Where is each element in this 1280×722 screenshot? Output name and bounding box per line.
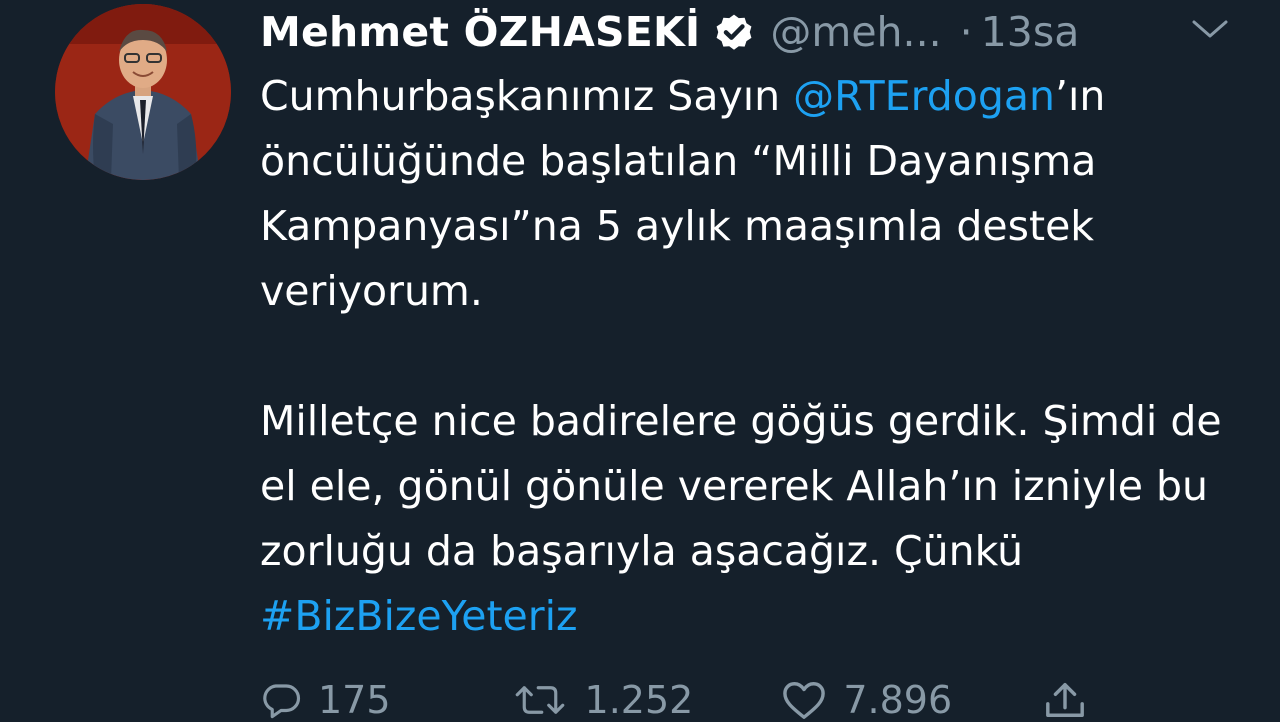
retweet-icon: [515, 686, 564, 714]
tweet-paragraph-2: Milletçe nice badirelere göğüs gerdik. Ş…: [260, 389, 1260, 649]
share-icon: [1046, 683, 1085, 717]
verified-badge-icon: [716, 14, 752, 50]
tweet-text: Cumhurbaşkanımız Sayın @RTErdogan’ın önc…: [260, 64, 1260, 649]
avatar[interactable]: [55, 4, 231, 180]
like-count: 7.896: [843, 678, 953, 722]
tweet-actions: 175 1.252 7.896: [260, 678, 1088, 722]
chevron-down-icon[interactable]: [1190, 12, 1230, 46]
reply-button[interactable]: 175: [260, 678, 391, 722]
reply-icon: [263, 684, 301, 719]
tweet-header: Mehmet ÖZHASEKİ @meh... · 13sa: [260, 2, 1079, 62]
like-button[interactable]: 7.896: [781, 678, 952, 722]
retweet-button[interactable]: 1.252: [511, 678, 694, 722]
share-button[interactable]: [1042, 679, 1088, 721]
tweet-timestamp[interactable]: 13sa: [981, 2, 1080, 62]
mention-link[interactable]: @RTErdogan: [793, 72, 1055, 120]
retweet-count: 1.252: [584, 678, 694, 722]
author-handle[interactable]: @meh...: [770, 2, 941, 62]
author-name[interactable]: Mehmet ÖZHASEKİ: [260, 2, 700, 62]
avatar-photo: [55, 4, 231, 180]
like-icon: [783, 682, 826, 719]
hashtag-link[interactable]: #BizBizeYeteriz: [260, 592, 578, 640]
reply-count: 175: [318, 678, 391, 722]
tweet-paragraph-1: Cumhurbaşkanımız Sayın @RTErdogan’ın önc…: [260, 64, 1260, 324]
tweet-text-segment: Cumhurbaşkanımız Sayın: [260, 72, 794, 120]
tweet-text-segment: Milletçe nice badirelere göğüs gerdik. Ş…: [260, 397, 1222, 575]
separator-dot: ·: [959, 8, 973, 56]
